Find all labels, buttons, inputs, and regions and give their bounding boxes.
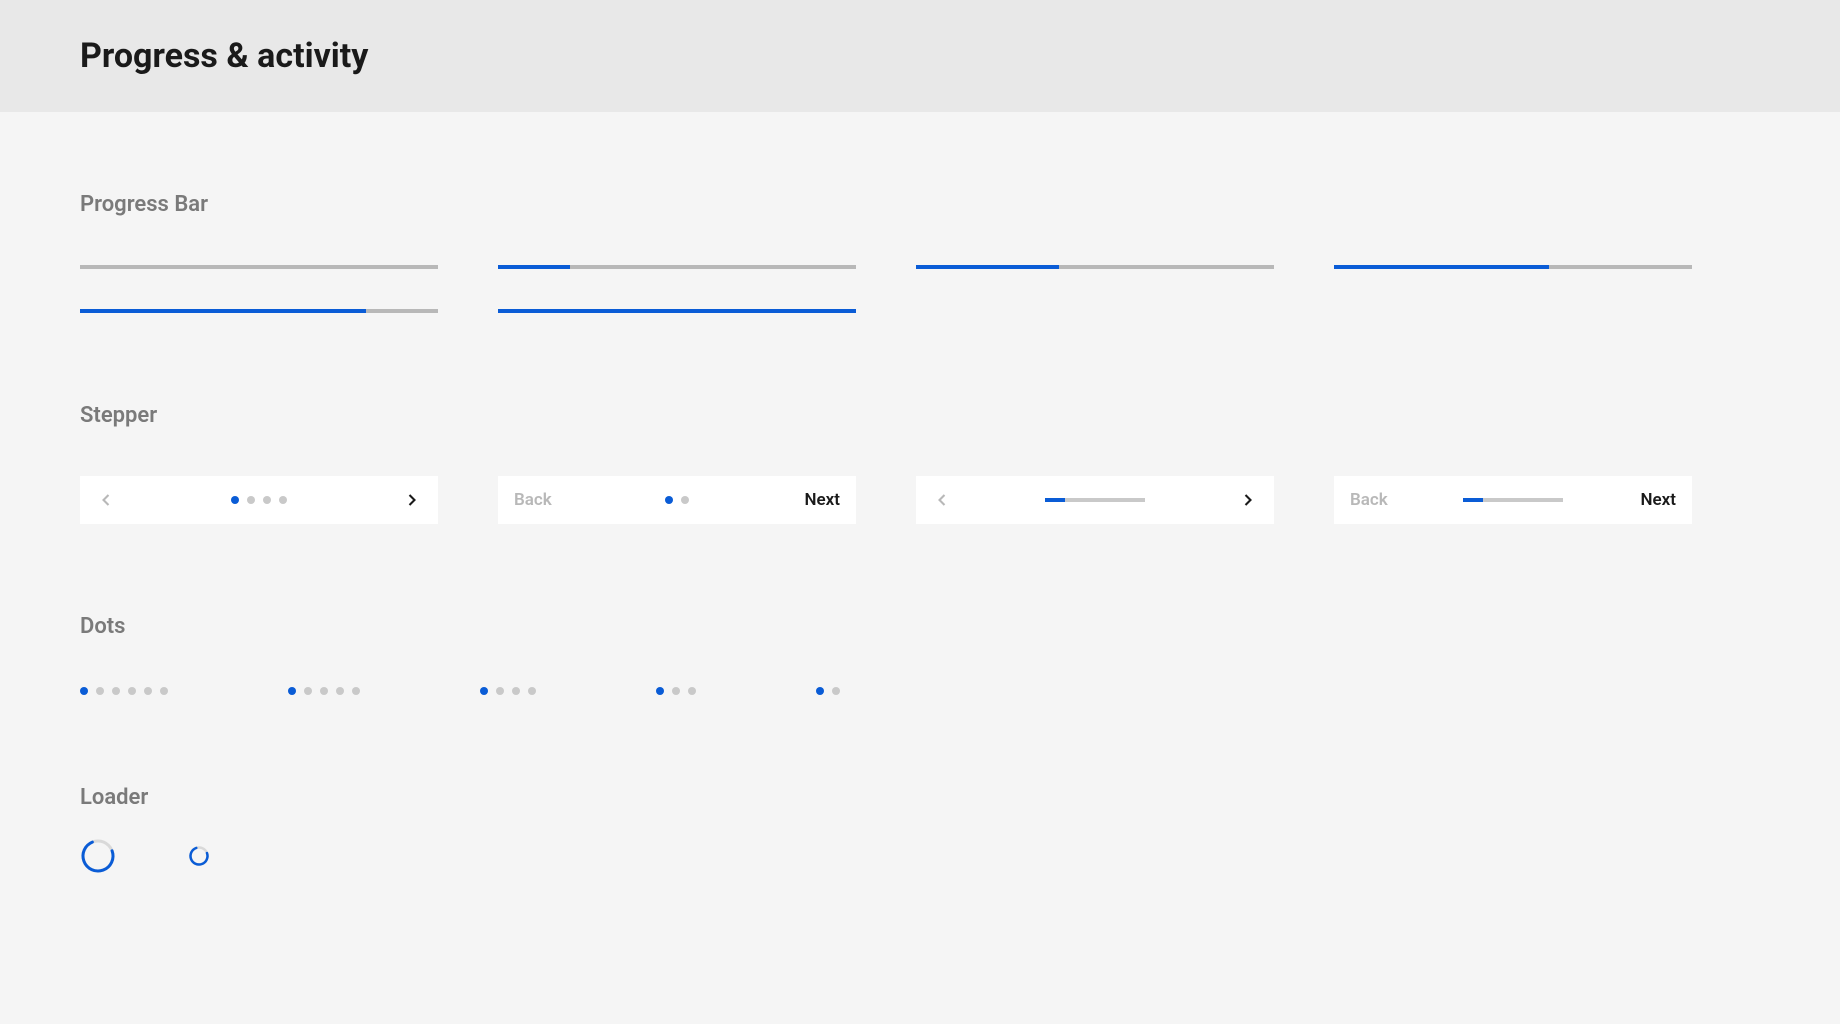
pagination-dot[interactable]	[144, 687, 152, 695]
stepper-progress-bar	[1045, 498, 1145, 502]
stepper-back-button[interactable]	[96, 490, 144, 510]
dots-row	[80, 687, 1760, 695]
progress-fill	[916, 265, 1059, 269]
progress-fill	[80, 309, 366, 313]
pagination-dot[interactable]	[80, 687, 88, 695]
loader-large	[80, 838, 116, 878]
progress-bar-0	[80, 265, 438, 269]
stepper-row: Back Next Back Next	[80, 476, 1760, 524]
stepper-dots-chevron	[80, 476, 438, 524]
stepper-dots	[665, 496, 689, 504]
stepper-next-button[interactable]	[374, 490, 422, 510]
progress-fill	[498, 265, 570, 269]
loader-small	[188, 845, 210, 871]
pagination-dot[interactable]	[112, 687, 120, 695]
pagination-dot[interactable]	[688, 687, 696, 695]
pagination-dot[interactable]	[352, 687, 360, 695]
dots-group-4	[480, 687, 536, 695]
stepper-back-button[interactable]: Back	[514, 490, 562, 510]
progress-bar-100	[498, 309, 856, 313]
stepper-dots-text: Back Next	[498, 476, 856, 524]
stepper-bar-text: Back Next	[1334, 476, 1692, 524]
stepper-bar-chevron	[916, 476, 1274, 524]
chevron-right-icon	[1238, 490, 1258, 510]
stepper-dots	[231, 496, 287, 504]
progress-fill	[498, 309, 856, 313]
progress-bar-row-2	[80, 309, 1760, 313]
stepper-next-button[interactable]: Next	[1628, 490, 1676, 510]
section-title-stepper: Stepper	[80, 403, 1760, 428]
dots-group-5	[288, 687, 360, 695]
pagination-dot[interactable]	[336, 687, 344, 695]
pagination-dot[interactable]	[160, 687, 168, 695]
progress-bar-20	[498, 265, 856, 269]
content: Progress Bar Stepper	[0, 112, 1840, 938]
dots-group-3	[656, 687, 696, 695]
stepper-back-button[interactable]: Back	[1350, 490, 1398, 510]
progress-bar-80	[80, 309, 438, 313]
spinner-icon	[80, 838, 116, 874]
pagination-dot[interactable]	[96, 687, 104, 695]
pagination-dot[interactable]	[480, 687, 488, 695]
pagination-dot[interactable]	[656, 687, 664, 695]
spinner-icon	[188, 845, 210, 867]
pagination-dot[interactable]	[496, 687, 504, 695]
stepper-progress-bar	[1463, 498, 1563, 502]
stepper-back-button[interactable]	[932, 490, 980, 510]
progress-fill	[1334, 265, 1549, 269]
chevron-right-icon	[402, 490, 422, 510]
chevron-left-icon	[932, 490, 952, 510]
stepper-dot[interactable]	[263, 496, 271, 504]
progress-bar-40	[916, 265, 1274, 269]
stepper-next-button[interactable]: Next	[792, 490, 840, 510]
stepper-dot[interactable]	[247, 496, 255, 504]
pagination-dot[interactable]	[128, 687, 136, 695]
stepper-dot[interactable]	[681, 496, 689, 504]
pagination-dot[interactable]	[512, 687, 520, 695]
pagination-dot[interactable]	[672, 687, 680, 695]
pagination-dot[interactable]	[528, 687, 536, 695]
page-title: Progress & activity	[80, 36, 1760, 76]
progress-bar-60	[1334, 265, 1692, 269]
pagination-dot[interactable]	[816, 687, 824, 695]
section-title-loader: Loader	[80, 785, 1760, 810]
section-title-dots: Dots	[80, 614, 1760, 639]
chevron-left-icon	[96, 490, 116, 510]
progress-bar-row-1	[80, 265, 1760, 269]
stepper-next-button[interactable]	[1210, 490, 1258, 510]
dots-group-2	[816, 687, 840, 695]
stepper-dot[interactable]	[665, 496, 673, 504]
stepper-dot[interactable]	[231, 496, 239, 504]
pagination-dot[interactable]	[832, 687, 840, 695]
pagination-dot[interactable]	[304, 687, 312, 695]
stepper-progress-fill	[1045, 498, 1065, 502]
pagination-dot[interactable]	[320, 687, 328, 695]
pagination-dot[interactable]	[288, 687, 296, 695]
stepper-progress-fill	[1463, 498, 1483, 502]
dots-group-6	[80, 687, 168, 695]
loader-row	[80, 838, 1760, 878]
stepper-dot[interactable]	[279, 496, 287, 504]
page-header: Progress & activity	[0, 0, 1840, 112]
section-title-progress-bar: Progress Bar	[80, 192, 1760, 217]
